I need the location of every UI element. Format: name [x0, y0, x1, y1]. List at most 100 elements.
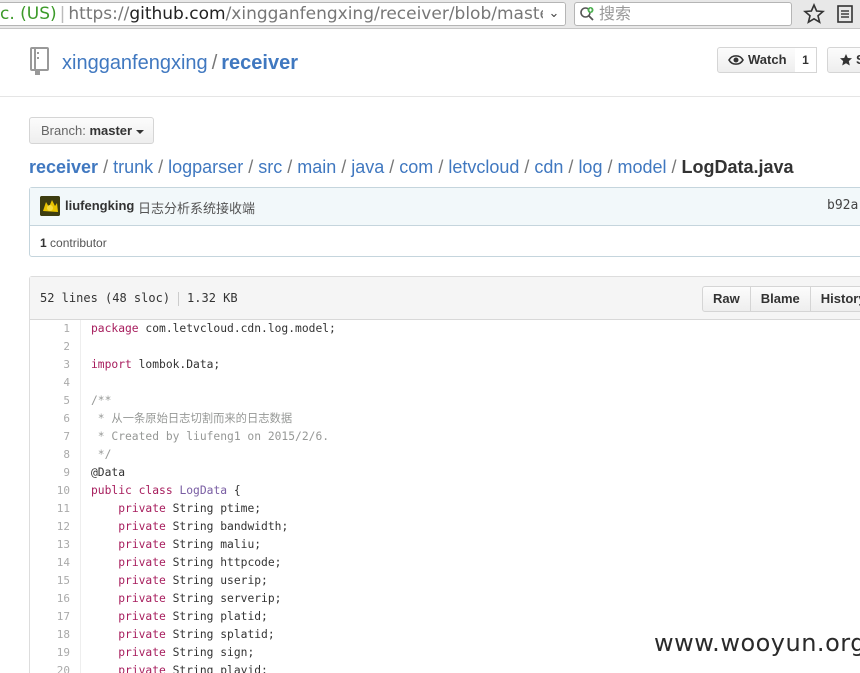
url-dropdown-icon[interactable]: ⌄ — [543, 3, 565, 25]
line-number[interactable]: 11 — [30, 500, 70, 518]
history-button[interactable]: History — [809, 286, 860, 312]
line-number[interactable]: 16 — [30, 590, 70, 608]
address-bar[interactable]: c. (US) | https://github.com/xingganfengxi… — [0, 2, 566, 26]
file-size: 1.32 KB — [187, 291, 238, 305]
line-code: private String bandwidth; — [118, 520, 289, 533]
line-number[interactable]: 15 — [30, 572, 70, 590]
branch-selector[interactable]: Branch: master — [29, 117, 154, 144]
code-line: 12 private String bandwidth; — [30, 518, 860, 536]
breadcrumb: receiver / trunk / logparser / src / main / java / c… — [29, 155, 794, 179]
line-number[interactable]: 8 — [30, 446, 70, 464]
breadcrumb-separator: / — [248, 157, 254, 177]
breadcrumb-separator: / — [607, 157, 613, 177]
line-number[interactable]: 9 — [30, 464, 70, 482]
breadcrumb-current-file: LogData.java — [681, 157, 794, 177]
commit-message-link[interactable]: 日志分析系统接收端 — [138, 198, 255, 217]
line-number[interactable]: 2 — [30, 338, 70, 356]
breadcrumb-separator: / — [287, 157, 293, 177]
watch-label: Watch — [748, 52, 787, 67]
code-line: 11 private String ptime; — [30, 500, 860, 518]
contributors-label: contributor — [50, 236, 107, 250]
code-line: 20 private String playid; — [30, 662, 860, 673]
line-code: private String maliu; — [118, 538, 262, 551]
code-line: 16 private String serverip; — [30, 590, 860, 608]
browser-toolbar: c. (US) | https://github.com/xingganfengxi… — [0, 0, 860, 29]
identity-separator: | — [59, 4, 66, 24]
repo-owner-link[interactable]: xingganfengxing — [62, 52, 208, 74]
line-number[interactable]: 4 — [30, 374, 70, 392]
repo-title-separator: / — [211, 52, 218, 74]
line-number[interactable]: 7 — [30, 428, 70, 446]
url-scheme: https:// — [68, 4, 130, 24]
breadcrumb-separator: / — [671, 157, 677, 177]
breadcrumb-link[interactable]: src — [258, 157, 282, 177]
watch-count[interactable]: 1 — [795, 47, 817, 73]
file-header: 52 lines (48 sloc) 1.32 KB Raw Blame Histor… — [30, 277, 860, 320]
code-line: 4 — [30, 374, 860, 392]
breadcrumb-link[interactable]: log — [578, 157, 602, 177]
breadcrumb-link[interactable]: cdn — [534, 157, 563, 177]
commit-sha-link[interactable]: b92a — [827, 198, 858, 213]
line-code: @Data — [91, 466, 126, 479]
avatar[interactable] — [40, 196, 60, 216]
code-line: 14 private String httpcode; — [30, 554, 860, 572]
line-number[interactable]: 19 — [30, 644, 70, 662]
watermark: www.wooyun.org — [654, 629, 860, 657]
line-number[interactable]: 3 — [30, 356, 70, 374]
bookmark-star-icon[interactable] — [803, 3, 825, 25]
line-number[interactable]: 17 — [30, 608, 70, 626]
breadcrumb-link[interactable]: main — [297, 157, 336, 177]
line-code: private String playid; — [118, 664, 268, 673]
file-viewer: 52 lines (48 sloc) 1.32 KB Raw Blame Histor… — [29, 276, 860, 673]
line-number[interactable]: 12 — [30, 518, 70, 536]
file-lines-info: 52 lines (48 sloc) — [40, 291, 171, 305]
code-line: 17 private String platid; — [30, 608, 860, 626]
contributors-link[interactable]: 1 contributor — [40, 236, 107, 250]
breadcrumb-link[interactable]: model — [617, 157, 666, 177]
line-number[interactable]: 14 — [30, 554, 70, 572]
search-input[interactable]: 搜索 — [574, 2, 792, 26]
line-code: */ — [91, 448, 112, 461]
breadcrumb-separator: / — [103, 157, 109, 177]
line-number[interactable]: 5 — [30, 392, 70, 410]
breadcrumb-separator: / — [438, 157, 444, 177]
file-info: 52 lines (48 sloc) 1.32 KB — [40, 291, 238, 306]
bookmarks-menu-icon[interactable] — [835, 3, 855, 25]
line-code: * Created by liufeng1 on 2015/2/6. — [91, 430, 330, 443]
line-number[interactable]: 13 — [30, 536, 70, 554]
breadcrumb-link[interactable]: letvcloud — [448, 157, 519, 177]
star-button[interactable]: S — [827, 47, 860, 73]
search-icon[interactable] — [579, 6, 595, 22]
line-code: private String userip; — [118, 574, 268, 587]
code-line: 8 */ — [30, 446, 860, 464]
breadcrumb-link[interactable]: logparser — [168, 157, 243, 177]
code-line: 5 /** — [30, 392, 860, 410]
file-actions: RawBlameHistory — [702, 286, 860, 312]
line-number[interactable]: 10 — [30, 482, 70, 500]
repo-name-link[interactable]: receiver — [221, 52, 298, 74]
breadcrumb-link[interactable]: trunk — [113, 157, 153, 177]
site-identity[interactable]: c. (US) — [0, 4, 57, 24]
line-number[interactable]: 20 — [30, 662, 70, 673]
commit-tease: liufengking 日志分析系统接收端 b92a 1 contributor — [29, 187, 860, 257]
search-placeholder: 搜索 — [599, 4, 632, 23]
line-code: private String serverip; — [118, 592, 282, 605]
url-host: github.com — [129, 4, 226, 24]
raw-button[interactable]: Raw — [702, 286, 751, 312]
line-code: package com.letvcloud.cdn.log.model; — [91, 322, 336, 335]
commit-author-link[interactable]: liufengking — [65, 198, 134, 213]
line-number[interactable]: 6 — [30, 410, 70, 428]
breadcrumb-root-link[interactable]: receiver — [29, 157, 98, 177]
code-line: 15 private String userip; — [30, 572, 860, 590]
code-line: 2 — [30, 338, 860, 356]
breadcrumb-link[interactable]: java — [351, 157, 384, 177]
line-number[interactable]: 1 — [30, 320, 70, 338]
avatar-image-icon — [40, 196, 60, 216]
breadcrumb-link[interactable]: com — [399, 157, 433, 177]
repo-header: xingganfengxing/receiver Watch 1 S — [0, 30, 860, 97]
line-code: * 从一条原始日志切割而来的日志数据 — [91, 412, 293, 425]
watch-button[interactable]: Watch — [717, 47, 796, 73]
latest-commit: liufengking 日志分析系统接收端 b92a — [30, 188, 860, 226]
blame-button[interactable]: Blame — [749, 286, 811, 312]
line-number[interactable]: 18 — [30, 626, 70, 644]
